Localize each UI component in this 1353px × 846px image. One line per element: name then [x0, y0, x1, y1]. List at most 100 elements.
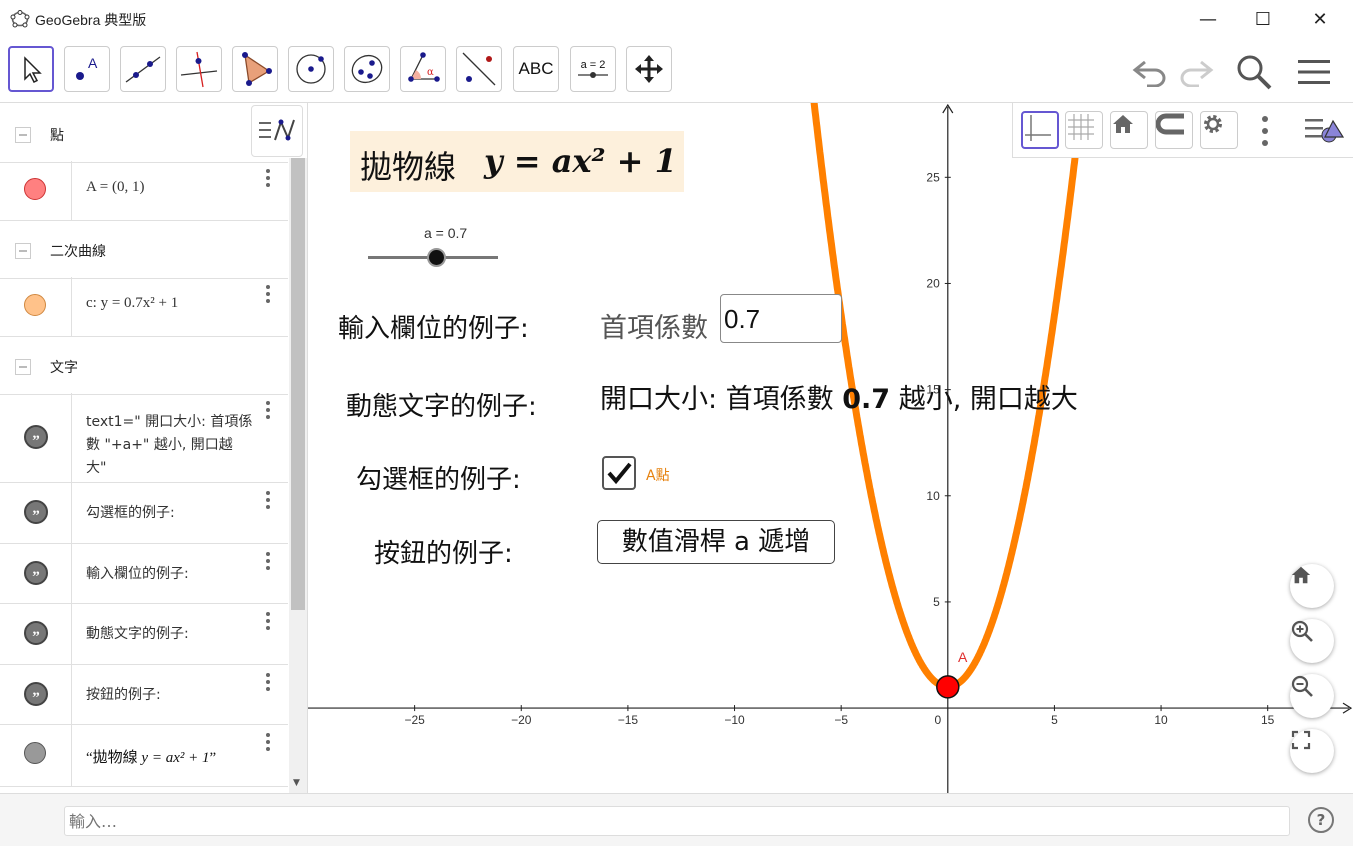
group-header-conics[interactable]: 二次曲線	[0, 221, 288, 279]
help-icon[interactable]: ?	[1308, 807, 1334, 833]
text-line: text1=" 開口大小: 首項係	[86, 414, 253, 430]
title-text-box[interactable]: 拋物線 y = ax² + 1	[350, 131, 684, 192]
algebra-item-text: text1=" 開口大小: 首項係 數 "+a+" 越小, 開口越 大"	[86, 411, 286, 480]
collapse-icon[interactable]	[15, 127, 31, 143]
zoom-out-button[interactable]	[1290, 674, 1334, 718]
point-tool-button[interactable]: A	[64, 46, 110, 92]
more-options-icon[interactable]	[266, 612, 272, 633]
redo-button[interactable]	[1174, 52, 1218, 92]
visibility-marker[interactable]	[0, 725, 72, 786]
algebra-item-text2[interactable]: ” 勾選框的例子:	[0, 483, 288, 544]
text-quote-icon: ”	[24, 425, 48, 449]
main-menu-button[interactable]	[1292, 52, 1336, 92]
zoom-in-button[interactable]	[1290, 619, 1334, 663]
collapse-icon[interactable]	[15, 243, 31, 259]
group-label: 二次曲線	[50, 244, 106, 260]
algebra-item-conic-c[interactable]: c: y = 0.7x² + 1	[0, 277, 288, 337]
circle-tool-button[interactable]	[288, 46, 334, 92]
group-header-texts[interactable]: 文字	[0, 337, 288, 395]
conic-color-dot	[24, 294, 46, 316]
y-tick-label: 20	[926, 276, 940, 290]
text-tool-label: ABC	[518, 59, 554, 78]
text-line: 大"	[86, 460, 107, 476]
toggle-grid-button[interactable]	[1065, 111, 1103, 149]
view-menu-icon	[1305, 119, 1345, 143]
algebra-scrollbar[interactable]: ▼	[289, 158, 307, 793]
collapse-icon[interactable]	[15, 359, 31, 375]
fullscreen-button[interactable]	[1290, 729, 1334, 773]
graphics-settings-button[interactable]	[1200, 111, 1238, 149]
text-quote-icon: ”	[24, 500, 48, 524]
algebra-input-box[interactable]	[64, 806, 1297, 836]
move-tool-button[interactable]	[8, 46, 54, 92]
svg-text:A: A	[88, 55, 98, 71]
grid-icon	[1068, 114, 1094, 140]
more-options-icon[interactable]	[266, 401, 272, 422]
ellipse-icon	[351, 54, 383, 84]
algebra-item-point-a[interactable]: A = (0, 1)	[0, 161, 288, 221]
scrollbar-thumb[interactable]	[291, 158, 305, 610]
algebra-input-field[interactable]	[65, 807, 1297, 835]
maximize-button[interactable]: ☐	[1240, 0, 1286, 38]
point-color-dot	[24, 178, 46, 200]
x-tick-label: −15	[618, 713, 639, 727]
zoom-out-icon	[1291, 675, 1313, 697]
show-point-a-checkbox[interactable]	[602, 456, 636, 490]
more-options-icon[interactable]	[266, 285, 272, 306]
ellipse-tool-button[interactable]	[344, 46, 390, 92]
increase-slider-a-button[interactable]: 數值滑桿 a 遞增	[597, 520, 835, 564]
x-tick-label: 0	[934, 713, 941, 727]
search-icon	[1237, 55, 1272, 90]
more-options-icon[interactable]	[266, 169, 272, 190]
graphics-canvas[interactable]: −25 −20 −15 −10 −5 0 5 10 15510152025	[308, 103, 1353, 793]
line-tool-button[interactable]	[120, 46, 166, 92]
move-graphics-view-tool-button[interactable]	[626, 46, 672, 92]
algebra-item-text4[interactable]: ” 動態文字的例子:	[0, 604, 288, 665]
reflect-tool-button[interactable]	[456, 46, 502, 92]
point-capturing-button[interactable]	[1155, 111, 1193, 149]
angle-tool-button[interactable]: α	[400, 46, 446, 92]
window-title: GeoGebra 典型版	[35, 12, 147, 28]
perpendicular-line-tool-button[interactable]	[176, 46, 222, 92]
algebra-item-text6[interactable]: “拋物線 y = ax² + 1”	[0, 725, 288, 787]
visibility-marker[interactable]: ”	[0, 665, 72, 724]
x-tick-label: −20	[511, 713, 532, 727]
text-tool-button[interactable]: ABC	[513, 46, 559, 92]
x-tick-label: −10	[724, 713, 745, 727]
standard-view-round-button[interactable]	[1290, 564, 1334, 608]
undo-icon	[1132, 60, 1166, 87]
input-example-label: 輸入欄位的例子:	[338, 314, 529, 344]
group-header-points[interactable]: 點	[0, 105, 288, 163]
coefficient-input-value: 0.7	[724, 304, 761, 334]
visibility-marker[interactable]: ”	[0, 544, 72, 603]
coefficient-input-field[interactable]: 0.7	[720, 294, 842, 343]
algebra-item-text1[interactable]: ” text1=" 開口大小: 首項係 數 "+a+" 越小, 開口越 大"	[0, 393, 288, 483]
close-button[interactable]: ✕	[1297, 0, 1343, 38]
algebra-item-text: 按鈕的例子:	[86, 687, 161, 703]
group-label: 點	[50, 128, 64, 144]
visibility-marker[interactable]: ”	[0, 483, 72, 543]
search-button[interactable]	[1232, 52, 1276, 92]
minimize-button[interactable]: —	[1185, 0, 1231, 38]
graphics-style-bar	[1012, 103, 1353, 158]
magnet-icon	[1156, 113, 1184, 135]
standard-view-button[interactable]	[1110, 111, 1148, 149]
visibility-marker[interactable]: ”	[0, 604, 72, 664]
algebra-item-text5[interactable]: ” 按鈕的例子:	[0, 665, 288, 725]
toggle-axes-button[interactable]	[1021, 111, 1059, 149]
more-options-icon[interactable]	[266, 673, 272, 694]
slider-handle[interactable]	[427, 248, 446, 267]
scroll-down-arrow-icon[interactable]: ▼	[293, 778, 300, 788]
visibility-marker[interactable]	[0, 277, 72, 336]
more-options-icon[interactable]	[266, 552, 272, 573]
more-options-icon[interactable]	[266, 733, 272, 754]
visibility-marker[interactable]: ”	[0, 393, 72, 482]
fullscreen-icon	[1291, 730, 1311, 750]
slider-tool-button[interactable]: a = 2	[570, 46, 616, 92]
more-options-icon[interactable]	[266, 491, 272, 512]
algebra-item-text3[interactable]: ” 輸入欄位的例子:	[0, 544, 288, 604]
graphics-view[interactable]: −25 −20 −15 −10 −5 0 5 10 15 5 10 15 20 25 拋物線 y = ax…	[308, 103, 1353, 793]
visibility-marker[interactable]	[0, 161, 72, 220]
undo-button[interactable]	[1128, 52, 1172, 92]
polygon-tool-button[interactable]	[232, 46, 278, 92]
